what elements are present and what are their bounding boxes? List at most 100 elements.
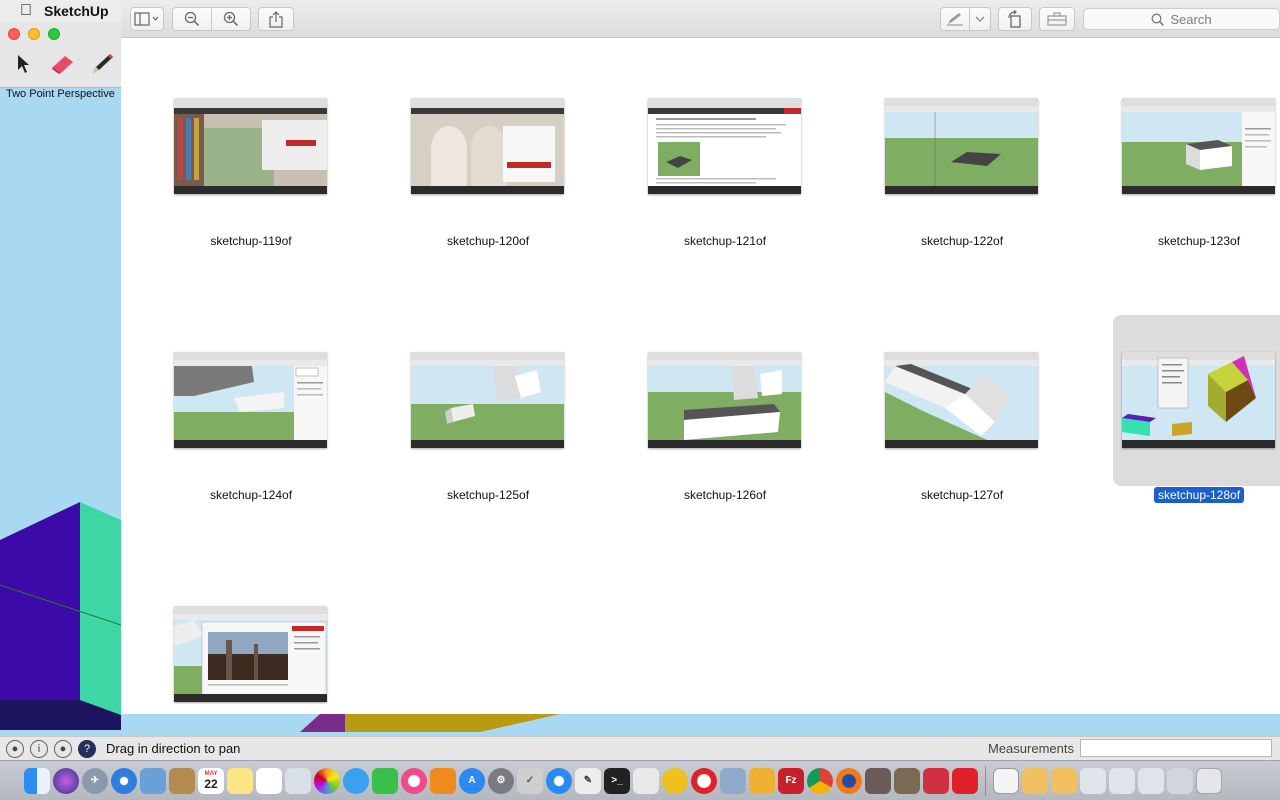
sketchup-status-bar: ● i ● ? Drag in direction to pan Measure… (0, 736, 1280, 760)
thumbnail-image[interactable] (1122, 98, 1275, 194)
safari-icon[interactable] (111, 767, 137, 794)
thumbnail-label[interactable]: sketchup-126of (635, 488, 815, 502)
scene-tab-label[interactable]: Two Point Perspective (6, 88, 116, 100)
quicktime-icon[interactable] (546, 767, 572, 794)
facetime-icon[interactable] (372, 767, 398, 794)
folder-icon[interactable] (1080, 767, 1106, 794)
filezilla-icon[interactable]: Fz (778, 767, 804, 794)
dock: ✈ MAY 22 A ⚙ ✓ ✎ >_ Fz (0, 760, 1280, 800)
folder-icon[interactable] (1138, 767, 1164, 794)
contacts-icon[interactable] (169, 767, 195, 794)
thumbnail-label[interactable]: sketchup-127of (872, 488, 1052, 502)
thumbnail-image[interactable] (885, 98, 1038, 194)
reminders-icon[interactable] (256, 767, 282, 794)
notes-icon[interactable] (227, 767, 253, 794)
zoom-out-button[interactable] (172, 7, 212, 31)
thumbnail-image[interactable] (885, 352, 1038, 448)
close-button[interactable] (8, 28, 20, 40)
finder-2-icon[interactable] (720, 767, 746, 794)
finder-icon[interactable] (24, 767, 50, 794)
thumbnail-grid: sketchup-119of sketchup-120of sketchup-1… (121, 38, 1280, 714)
credits-info-icon[interactable]: i (30, 739, 48, 758)
app-store-icon[interactable]: A (459, 767, 485, 794)
app-name[interactable]: SketchUp (44, 3, 109, 19)
apple-menu-icon[interactable]:  (20, 2, 32, 20)
maximize-button[interactable] (48, 28, 60, 40)
firefox-icon[interactable] (836, 767, 862, 794)
thumbnail-label[interactable]: sketchup-121of (635, 234, 815, 248)
thumbnail-label[interactable]: sketchup-122of (872, 234, 1052, 248)
preview-doc-icon[interactable] (993, 767, 1019, 794)
trash-icon[interactable] (1196, 767, 1222, 794)
search-placeholder: Search (1170, 11, 1212, 27)
markup-button[interactable] (940, 7, 970, 31)
photos-app-icon[interactable] (285, 767, 311, 794)
zoom-in-icon (223, 11, 239, 27)
thumbnail-label[interactable]: sketchup-119of (161, 234, 341, 248)
toolbox-button[interactable] (1039, 7, 1075, 31)
dock-separator (985, 765, 986, 796)
thumbnail-image[interactable] (411, 352, 564, 448)
eraser-tool-icon[interactable] (48, 50, 76, 78)
thumbnail-label[interactable]: sketchup-123of (1109, 234, 1280, 248)
launchpad-icon[interactable]: ✈ (82, 767, 108, 794)
chevron-down-icon (975, 16, 985, 22)
folder-icon[interactable] (1022, 767, 1048, 794)
chrome-icon[interactable] (807, 767, 833, 794)
image-editor-icon[interactable] (865, 767, 891, 794)
select-tool-icon[interactable] (10, 50, 38, 78)
thumbnail-label[interactable]: sketchup-124of (161, 488, 341, 502)
thumbnail-image[interactable] (1122, 352, 1275, 448)
menubar:  SketchUp (0, 0, 121, 22)
share-icon (269, 10, 283, 28)
ibooks-icon[interactable] (430, 767, 456, 794)
messages-icon[interactable] (343, 767, 369, 794)
opera-icon[interactable] (691, 767, 717, 794)
audacity-icon[interactable] (662, 767, 688, 794)
zoom-in-button[interactable] (211, 7, 251, 31)
markup-menu-button[interactable] (969, 7, 991, 31)
thumbnail-image[interactable] (174, 352, 327, 448)
preview-icon[interactable] (140, 767, 166, 794)
thumbnail-image[interactable] (411, 98, 564, 194)
search-field[interactable]: Search (1083, 8, 1280, 30)
measurements-input[interactable] (1080, 739, 1272, 757)
itunes-icon[interactable] (401, 767, 427, 794)
help-icon[interactable]: ? (78, 739, 96, 758)
zoom-out-icon (184, 11, 200, 27)
coderunner-icon[interactable] (749, 767, 775, 794)
siri-icon[interactable] (53, 767, 79, 794)
rotate-icon (1008, 10, 1021, 28)
thumbnail-label[interactable]: sketchup-120of (398, 234, 578, 248)
pencil-tool-icon[interactable] (88, 50, 116, 78)
terminal-icon[interactable]: >_ (604, 767, 630, 794)
search-icon (1151, 13, 1165, 26)
share-button[interactable] (258, 7, 294, 31)
folder-icon[interactable] (1109, 767, 1135, 794)
thumbnail-label[interactable]: sketchup-125of (398, 488, 578, 502)
user-account-icon[interactable]: ● (54, 739, 72, 758)
sketchup-alt-icon[interactable] (923, 767, 949, 794)
thumbnail-image[interactable] (648, 98, 801, 194)
minimize-button[interactable] (28, 28, 40, 40)
calendar-icon[interactable]: MAY 22 (198, 767, 224, 794)
geo-location-icon[interactable]: ● (6, 739, 24, 758)
photos-icon[interactable] (314, 767, 340, 794)
folder-icon[interactable] (1051, 767, 1077, 794)
rotate-button[interactable] (998, 7, 1032, 31)
system-preferences-icon[interactable]: ⚙ (488, 767, 514, 794)
thumbnail-image[interactable] (174, 98, 327, 194)
sketchup-icon[interactable] (952, 767, 978, 794)
sidebar-toggle-button[interactable] (130, 7, 164, 31)
thumbnail-image[interactable] (174, 606, 327, 702)
script-editor-icon[interactable]: ✓ (517, 767, 543, 794)
folder-icon[interactable] (1167, 767, 1193, 794)
quicklook-window: Search sketchup-119of sketchup-120of ske… (121, 0, 1280, 714)
sidebar-icon (134, 12, 159, 26)
elephant-icon[interactable] (633, 767, 659, 794)
textedit-icon[interactable]: ✎ (575, 767, 601, 794)
thumbnail-label[interactable]: sketchup-128of (1109, 487, 1280, 503)
gimp-icon[interactable] (894, 767, 920, 794)
thumbnail-image[interactable] (648, 352, 801, 448)
tool-palette (0, 22, 121, 88)
